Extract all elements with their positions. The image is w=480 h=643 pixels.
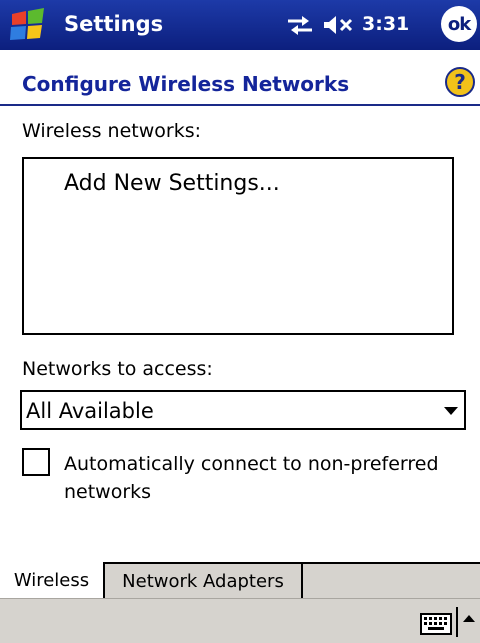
header-divider — [0, 104, 480, 106]
keyboard-icon[interactable] — [420, 613, 452, 635]
auto-connect-checkbox[interactable] — [22, 448, 50, 476]
command-bar — [0, 598, 480, 643]
input-panel-arrow-icon[interactable] — [456, 607, 480, 637]
svg-text:?: ? — [454, 70, 466, 94]
help-icon[interactable]: ? — [444, 66, 476, 98]
app-title: Settings — [64, 12, 164, 36]
tab-network-adapters[interactable]: Network Adapters — [105, 562, 303, 598]
windows-flag-icon[interactable] — [8, 8, 48, 42]
title-bar: Settings 3:31 ok — [0, 0, 480, 50]
wireless-networks-list[interactable]: Add New Settings... — [22, 157, 454, 335]
tab-strip-background — [303, 564, 480, 598]
ok-button[interactable]: ok — [441, 6, 477, 42]
clock[interactable]: 3:31 — [362, 13, 409, 35]
wireless-networks-label: Wireless networks: — [22, 120, 201, 142]
networks-to-access-label: Networks to access: — [22, 358, 213, 380]
ok-label: ok — [447, 13, 471, 35]
tab-label: Wireless — [13, 569, 90, 591]
speaker-muted-icon[interactable] — [322, 15, 358, 35]
tab-wireless[interactable]: Wireless — [0, 562, 105, 598]
page-title: Configure Wireless Networks — [22, 72, 350, 96]
tab-label: Network Adapters — [122, 570, 284, 592]
auto-connect-label[interactable]: Automatically connect to non-preferred n… — [64, 450, 464, 506]
connectivity-arrows-icon[interactable] — [286, 14, 314, 36]
dropdown-selected-value: All Available — [26, 399, 154, 423]
networks-to-access-dropdown[interactable]: All Available — [20, 390, 466, 430]
list-item-add-new-settings[interactable]: Add New Settings... — [64, 171, 280, 196]
chevron-down-icon[interactable] — [444, 407, 458, 415]
